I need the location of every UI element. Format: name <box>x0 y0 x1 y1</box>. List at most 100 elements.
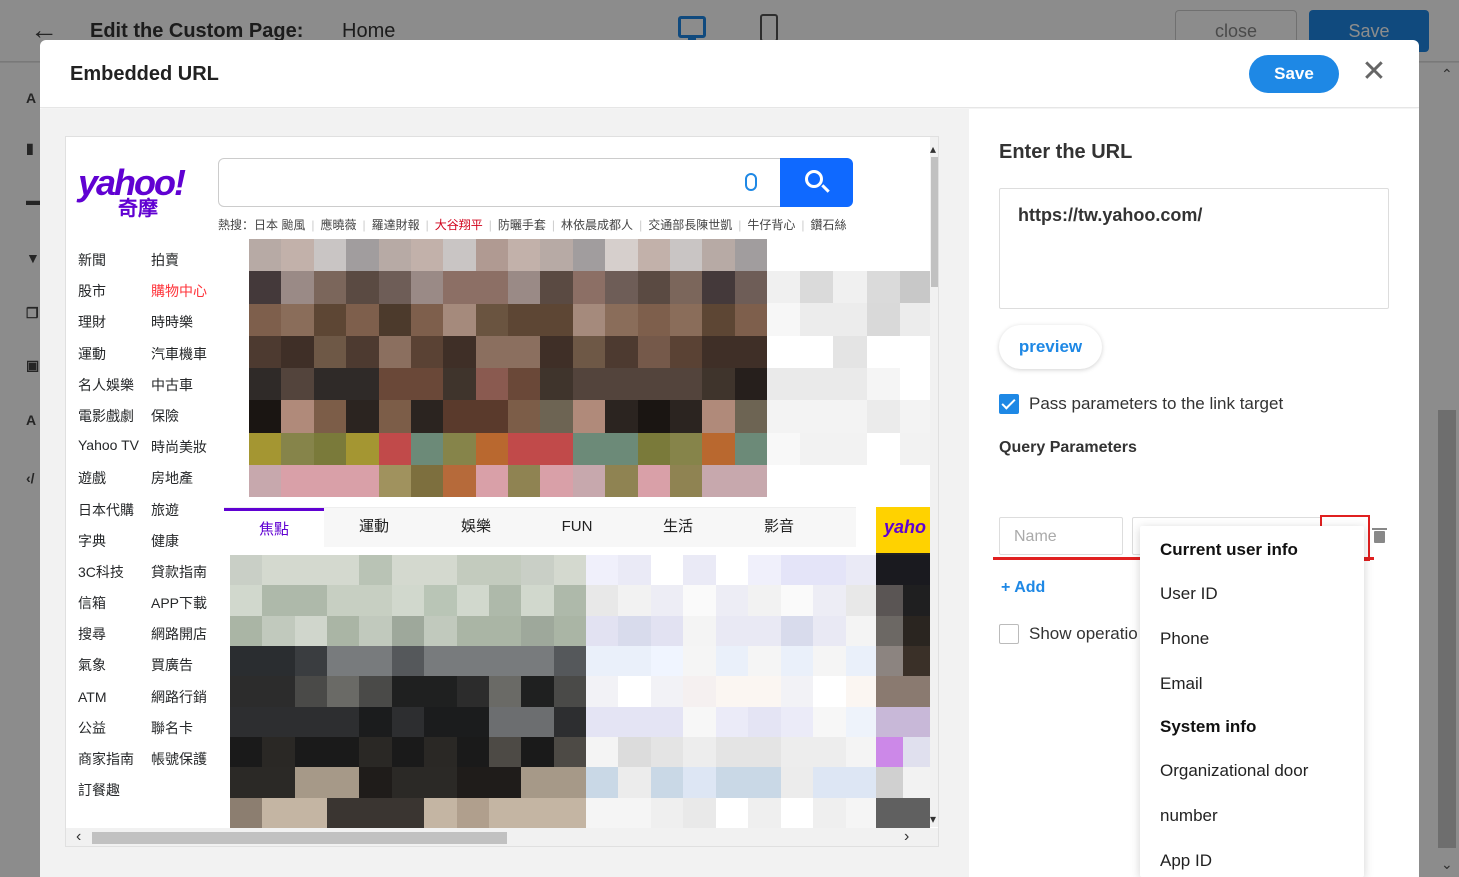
yahoo-nav-item[interactable]: 拍賣 <box>151 251 221 282</box>
yahoo-nav-item[interactable]: 保險 <box>151 407 221 438</box>
yahoo-nav-item[interactable]: 購物中心 <box>151 282 221 313</box>
yahoo-nav-item[interactable]: 字典 <box>78 532 148 563</box>
yahoo-nav-item[interactable]: 日本代購 <box>78 501 148 532</box>
yahoo-nav-item[interactable]: 帳號保護 <box>151 750 221 781</box>
yahoo-nav-item[interactable]: 網路行銷 <box>151 688 221 719</box>
hero-image-pixelated[interactable] <box>249 239 767 497</box>
trending-item[interactable]: 防曬手套 <box>498 218 546 232</box>
mosaic-cell <box>553 706 586 737</box>
mosaic-cell <box>540 464 573 497</box>
yahoo-nav-item[interactable]: 網路開店 <box>151 625 221 656</box>
preview-button[interactable]: preview <box>999 325 1102 369</box>
mosaic-cell <box>748 737 781 768</box>
mosaic-cell <box>780 797 814 828</box>
yahoo-search-input[interactable] <box>218 158 781 207</box>
preview-pane: yahoo! 奇摩 熱搜：日本 颱風 | 應曉薇 | 羅達財報 | 大谷翔平 | 防曬手套 | 林依… <box>40 109 969 877</box>
tab-fun[interactable]: FUN <box>527 508 627 548</box>
yahoo-nav-item[interactable]: 運動 <box>78 345 148 376</box>
yahoo-nav-item[interactable]: 時尚美妝 <box>151 438 221 469</box>
yahoo-nav-item[interactable]: 遊戲 <box>78 469 148 500</box>
frame-horizontal-scrollbar[interactable] <box>66 828 938 846</box>
trending-separator: | <box>801 218 805 232</box>
embedded-page-frame[interactable]: yahoo! 奇摩 熱搜：日本 颱風 | 應曉薇 | 羅達財報 | 大谷翔平 | 防曬手套 | 林依… <box>65 136 939 847</box>
scroll-right-icon[interactable]: › <box>904 829 909 845</box>
yahoo-nav-item[interactable]: 訂餐趣 <box>78 781 148 812</box>
mosaic-cell <box>249 368 282 401</box>
trash-icon[interactable] <box>1372 528 1387 543</box>
tab-focus[interactable]: 焦點 <box>224 508 324 548</box>
trending-item[interactable]: 林依晨成都人 <box>561 218 633 232</box>
yahoo-nav-item[interactable]: 新聞 <box>78 251 148 282</box>
mosaic-cell <box>262 646 295 677</box>
scroll-down-icon[interactable]: ▾ <box>930 813 936 825</box>
tab-life[interactable]: 生活 <box>628 508 728 548</box>
mosaic-cell <box>780 585 814 616</box>
yahoo-nav-item[interactable]: ATM <box>78 688 148 719</box>
trending-item[interactable]: 大谷翔平 <box>435 218 483 232</box>
yahoo-nav-item[interactable]: 中古車 <box>151 376 221 407</box>
yahoo-nav-item[interactable]: 搜尋 <box>78 625 148 656</box>
tab-entertainment[interactable]: 娛樂 <box>426 508 526 548</box>
scroll-left-icon[interactable]: ‹ <box>76 829 81 845</box>
frame-vertical-scrollbar[interactable] <box>930 137 938 827</box>
yahoo-nav-item[interactable]: 氣象 <box>78 656 148 687</box>
yahoo-nav-item[interactable]: 商家指南 <box>78 750 148 781</box>
dropdown-option[interactable]: number <box>1160 806 1218 826</box>
trending-item[interactable]: 應曉薇 <box>320 218 356 232</box>
trending-item[interactable]: 牛仔背心 <box>747 218 795 232</box>
yahoo-nav-item[interactable]: 信箱 <box>78 594 148 625</box>
mosaic-cell <box>780 737 814 768</box>
dropdown-option[interactable]: Email <box>1160 674 1203 694</box>
yahoo-nav-item[interactable]: 旅遊 <box>151 501 221 532</box>
news-image-pixelated[interactable] <box>230 555 586 828</box>
mosaic-cell <box>813 767 846 798</box>
yahoo-nav-item[interactable]: 健康 <box>151 532 221 563</box>
tab-sports[interactable]: 運動 <box>324 508 424 548</box>
mosaic-cell <box>650 737 684 768</box>
yahoo-nav-item[interactable]: 名人娛樂 <box>78 376 148 407</box>
trending-item[interactable]: 鑽石絲 <box>810 218 846 232</box>
mosaic-cell <box>876 555 903 586</box>
close-icon[interactable]: ✕ <box>1360 57 1388 87</box>
yahoo-search-button[interactable] <box>780 158 853 207</box>
trending-item[interactable]: 日本 颱風 <box>254 218 305 232</box>
trending-item[interactable]: 羅達財報 <box>372 218 420 232</box>
yahoo-nav-item[interactable]: 電影戲劇 <box>78 407 148 438</box>
dropdown-option[interactable]: User ID <box>1160 584 1218 604</box>
mosaic-cell <box>443 271 476 304</box>
yahoo-logo[interactable]: yahoo! <box>78 165 186 201</box>
yahoo-nav-item[interactable]: 時時樂 <box>151 313 221 344</box>
yahoo-nav-item[interactable]: 理財 <box>78 313 148 344</box>
mosaic-cell <box>715 767 749 798</box>
yahoo-nav-item[interactable]: APP下載 <box>151 594 221 625</box>
add-param-link[interactable]: + Add <box>1001 579 1045 597</box>
microphone-icon[interactable] <box>745 173 757 191</box>
mosaic-cell <box>230 676 263 707</box>
show-operation-checkbox[interactable] <box>999 624 1019 644</box>
mosaic-cell <box>813 615 846 646</box>
dropdown-option[interactable]: Organizational door <box>1160 761 1308 781</box>
mosaic-cell <box>767 432 801 465</box>
yahoo-nav-item[interactable]: 股市 <box>78 282 148 313</box>
pass-params-checkbox[interactable] <box>999 394 1019 414</box>
tab-video[interactable]: 影音 <box>729 508 829 548</box>
yahoo-nav-item[interactable]: 買廣告 <box>151 656 221 687</box>
yahoo-nav-item[interactable]: 汽車機車 <box>151 345 221 376</box>
yahoo-nav-item[interactable]: 房地產 <box>151 469 221 500</box>
modal-save-button[interactable]: Save <box>1249 55 1339 93</box>
yahoo-nav-item[interactable]: 貸款指南 <box>151 563 221 594</box>
param-name-input[interactable]: Name <box>999 517 1123 555</box>
trending-item[interactable]: 交通部長陳世凱 <box>648 218 732 232</box>
mosaic-cell <box>313 432 347 465</box>
dropdown-option[interactable]: App ID <box>1160 851 1212 871</box>
yahoo-nav-item[interactable]: 聯名卡 <box>151 719 221 750</box>
trending-separator: | <box>738 218 742 232</box>
scroll-up-icon[interactable]: ▴ <box>930 143 936 155</box>
ad-banner[interactable]: yaho <box>876 507 930 553</box>
yahoo-nav-item[interactable]: 公益 <box>78 719 148 750</box>
yahoo-nav-item[interactable]: Yahoo TV <box>78 438 148 469</box>
yahoo-nav-item[interactable]: 3C科技 <box>78 563 148 594</box>
mosaic-cell <box>669 432 703 465</box>
url-input[interactable]: https://tw.yahoo.com/ <box>999 188 1389 309</box>
dropdown-option[interactable]: Phone <box>1160 629 1209 649</box>
